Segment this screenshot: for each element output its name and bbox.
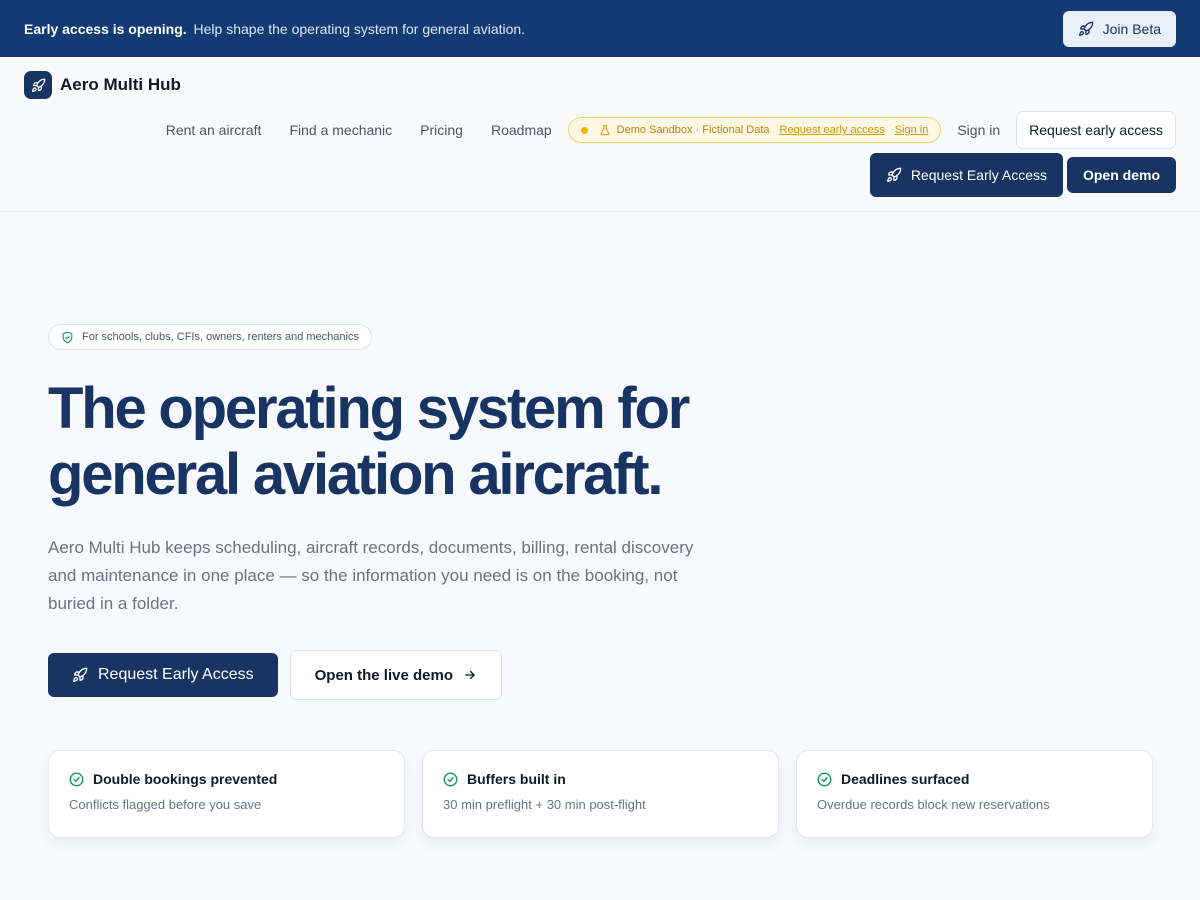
request-access-button[interactable]: Request early access — [1016, 111, 1176, 149]
header-cta-group: Request Early Access Open demo — [869, 153, 1176, 197]
demo-sandbox-badge: Demo Sandbox · Fictional Data Request ea… — [567, 117, 942, 143]
rocket-icon — [1078, 21, 1093, 36]
header-request-early-access-button[interactable]: Request Early Access — [869, 153, 1063, 197]
feature-cards: Double bookings prevented Conflicts flag… — [48, 750, 1153, 838]
feature-card-title: Buffers built in — [467, 771, 566, 787]
site-header: Aero Multi Hub Rent an aircraft Find a m… — [0, 57, 1200, 212]
open-demo-button[interactable]: Open demo — [1066, 157, 1176, 193]
audience-pill-text: For schools, clubs, CFIs, owners, renter… — [82, 331, 359, 343]
hero-section: For schools, clubs, CFIs, owners, renter… — [48, 324, 768, 700]
rocket-icon — [886, 167, 902, 182]
check-circle-icon — [69, 772, 84, 786]
announcement-bold: Early access is opening. — [24, 20, 187, 37]
feature-card-header: Double bookings prevented — [69, 771, 384, 787]
nav-link-mechanic[interactable]: Find a mechanic — [289, 122, 392, 138]
sandbox-request-link[interactable]: Request early access — [780, 124, 885, 136]
announcement-text: Early access is opening. Help shape the … — [24, 21, 525, 37]
arrow-right-icon — [465, 670, 475, 680]
announcement-bar: Early access is opening. Help shape the … — [0, 0, 1200, 57]
main-nav: Rent an aircraft Find a mechanic Pricing… — [166, 111, 1176, 149]
feature-card-header: Deadlines surfaced — [817, 771, 1132, 787]
check-circle-icon — [817, 772, 832, 786]
nav-link-roadmap[interactable]: Roadmap — [491, 122, 552, 138]
open-live-demo-button[interactable]: Open the live demo — [289, 650, 502, 700]
sandbox-label: Demo Sandbox · Fictional Data — [616, 124, 770, 136]
announcement-message: Help shape the operating system for gene… — [193, 20, 526, 37]
feature-card-description: Overdue records block new reservations — [817, 797, 1050, 812]
brand-logo — [24, 71, 52, 99]
hero-request-early-access-button[interactable]: Request Early Access — [48, 653, 278, 697]
hero-subtitle: Aero Multi Hub keeps scheduling, aircraf… — [48, 538, 694, 613]
brand-link[interactable]: Aero Multi Hub — [24, 71, 181, 99]
rocket-icon — [31, 78, 45, 92]
brand-name: Aero Multi Hub — [60, 75, 181, 94]
hero-cta-group: Request Early Access Open the live demo — [48, 650, 768, 700]
feature-card-header: Buffers built in — [443, 771, 758, 787]
feature-card-title: Deadlines surfaced — [841, 771, 970, 787]
join-beta-button[interactable]: Join Beta — [1062, 10, 1176, 47]
signin-link[interactable]: Sign in — [957, 122, 1000, 138]
nav-link-pricing[interactable]: Pricing — [420, 122, 463, 138]
join-beta-label: Join Beta — [1102, 20, 1161, 37]
feature-card: Buffers built in 30 min preflight + 30 m… — [422, 750, 779, 838]
hero-title: The operating system for general aviatio… — [48, 376, 690, 507]
flask-icon — [600, 125, 609, 136]
sandbox-signin-link[interactable]: Sign in — [895, 124, 929, 136]
feature-card: Double bookings prevented Conflicts flag… — [48, 750, 405, 838]
open-live-demo-label: Open the live demo — [314, 666, 453, 684]
nav-link-rent[interactable]: Rent an aircraft — [166, 122, 262, 138]
check-circle-icon — [443, 772, 458, 786]
rocket-icon — [73, 667, 88, 682]
feature-card: Deadlines surfaced Overdue records block… — [796, 750, 1153, 838]
header-request-label: Request Early Access — [910, 167, 1047, 183]
status-dot — [580, 126, 588, 134]
feature-card-title: Double bookings prevented — [93, 771, 278, 787]
shield-check-icon — [62, 331, 73, 343]
feature-card-description: 30 min preflight + 30 min post-flight — [443, 797, 646, 812]
feature-card-description: Conflicts flagged before you save — [69, 797, 262, 812]
audience-pill: For schools, clubs, CFIs, owners, renter… — [48, 324, 372, 350]
hero-request-label: Request Early Access — [98, 666, 254, 683]
